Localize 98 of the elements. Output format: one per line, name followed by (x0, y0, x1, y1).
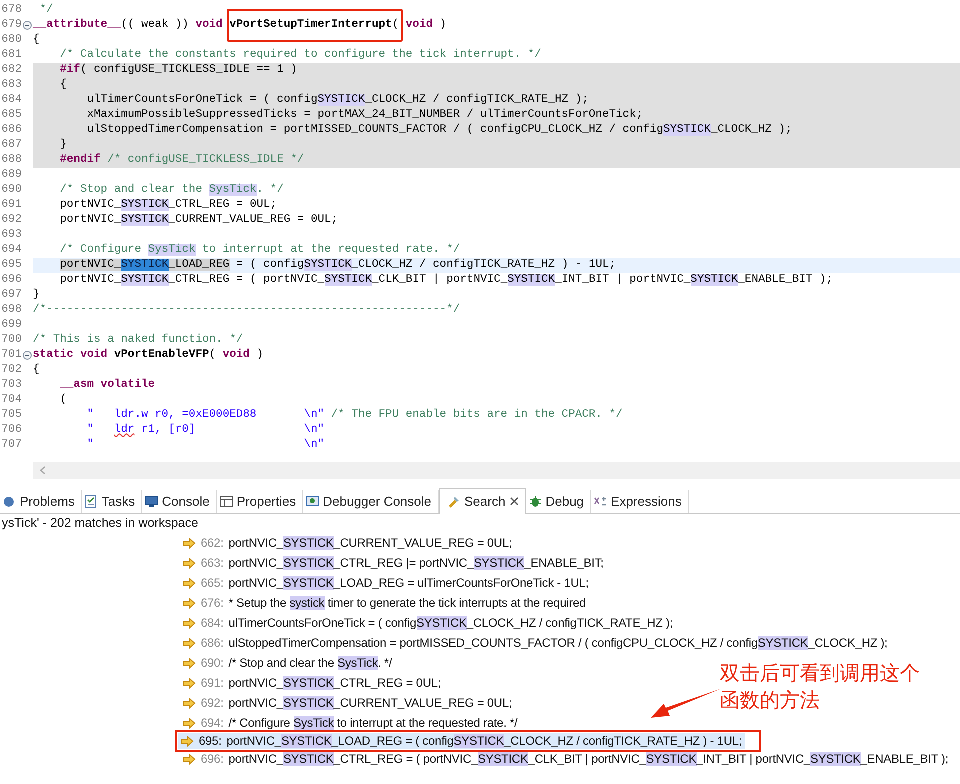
line-number: 680 (0, 33, 22, 48)
tab[interactable]: Console (142, 490, 217, 513)
line-number: 699 (0, 318, 22, 333)
line-number: 692 (0, 213, 22, 228)
arrow-icon (183, 678, 196, 688)
tab[interactable]: Expressions (591, 490, 689, 513)
code-line: ulStoppedTimerCompensation = portMISSED_COUNTS_FACTOR / ( configCPU_CLOCK_HZ / configSYSTICK_CLOCK_HZ ); (86, 123, 792, 138)
search-result[interactable]: 665: portNVIC_SYSTICK_LOAD_REG = ulTimerCountsForOneTick - 1UL; (180, 575, 592, 591)
line-number: 696 (0, 273, 22, 288)
arrow-icon (183, 558, 196, 568)
bug-icon (528, 494, 543, 509)
line-number: 689 (0, 168, 22, 183)
code-line: " \n" (86, 438, 325, 453)
arrow-icon (183, 538, 196, 548)
code-line: /* Configure SysTick to interrupt at the requested rate. */ (59, 243, 460, 258)
code-line: { (59, 78, 67, 93)
line-number: 679 (0, 18, 22, 33)
search-result[interactable]: 662: portNVIC_SYSTICK_CURRENT_VALUE_REG = 0UL; (180, 535, 516, 551)
code-line: __asm volatile (59, 378, 156, 393)
line-number: 691 (0, 198, 22, 213)
search-result[interactable]: 692: portNVIC_SYSTICK_CURRENT_VALUE_REG = 0UL; (180, 695, 516, 711)
tab[interactable]: Properties (216, 490, 304, 513)
search-result[interactable]: 690: /* Stop and clear the SysTick. */ (180, 655, 396, 671)
collapse-icon[interactable] (23, 351, 32, 360)
search-result[interactable]: 694: /* Configure SysTick to interrupt at the requested rate. */ (180, 715, 521, 731)
arrow-icon (183, 698, 196, 708)
search-result[interactable]: 686: ulStoppedTimerCompensation = portMISSED_COUNTS_FACTOR / ( configCPU_CLOCK_HZ / configSYSTICK_CLOCK_HZ ); (180, 635, 891, 651)
arrow-icon (183, 638, 196, 648)
line-number: 702 (0, 363, 22, 378)
line-number: 688 (0, 153, 22, 168)
code-line: #if( configUSE_TICKLESS_IDLE == 1 ) (59, 63, 298, 78)
table-icon (218, 494, 234, 509)
search-result[interactable]: 696: portNVIC_SYSTICK_CTRL_REG = ( portNVIC_SYSTICK_CLK_BIT | portNVIC_SYSTICK_INT_BIT | portNVIC_SYSTICK_ENABLE_BIT ); (180, 751, 952, 767)
code-line: /* Stop and clear the SysTick. */ (59, 183, 284, 198)
arrow-icon (183, 578, 196, 588)
line-number: 697 (0, 288, 22, 303)
line-number: 705 (0, 408, 22, 423)
code-line: { (33, 363, 40, 378)
code-line: } (59, 138, 67, 153)
line-number: 698 (0, 303, 22, 318)
code-line: ulTimerCountsForOneTick = ( configSYSTICK_CLOCK_HZ / configTICK_RATE_HZ ); (86, 93, 589, 108)
line-number: 704 (0, 393, 22, 408)
code-line: static void vPortEnableVFP( void ) (33, 348, 264, 363)
line-number: 695 (0, 258, 22, 273)
tab[interactable]: Tasks (82, 490, 142, 513)
line-number: 685 (0, 108, 22, 123)
arrow-icon (181, 736, 194, 746)
tab[interactable]: Problems (0, 490, 82, 513)
code-line: /*-----------------------------------------------------------*/ (33, 303, 460, 318)
arrow-icon (183, 718, 196, 728)
line-number: 700 (0, 333, 22, 348)
search-result[interactable]: 676: * Setup the systick timer to generate the tick interrupts at the required (180, 595, 590, 611)
line-number: 681 (0, 48, 22, 63)
line-number: 701 (0, 348, 22, 363)
tab[interactable]: Search (438, 488, 526, 514)
scrollbar[interactable] (33, 462, 960, 479)
checklist-icon (84, 494, 99, 509)
code-line: " ldr.w r0, =0xE000ED88 \n" /* The FPU enable bits are in the CPACR. */ (86, 408, 623, 423)
tab[interactable]: Debug (526, 490, 592, 513)
line-number: 682 (0, 63, 22, 78)
search-summary: ysTick' - 202 matches in workspace (2, 515, 200, 532)
close-icon[interactable] (510, 497, 519, 506)
line-number: 683 (0, 78, 22, 93)
code-line: xMaximumPossibleSuppressedTicks = portMAX_24_BIT_NUMBER / ulTimerCountsForOneTick; (86, 108, 644, 123)
code-line: /* Calculate the constants required to configure the tick interrupt. */ (59, 48, 542, 63)
code-line: portNVIC_SYSTICK_CTRL_REG = 0UL; (59, 198, 278, 213)
line-number: 684 (0, 93, 22, 108)
search-result[interactable]: 684: ulTimerCountsForOneTick = ( configSYSTICK_CLOCK_HZ / configTICK_RATE_HZ ); (180, 615, 676, 631)
code-line: #endif /* configUSE_TICKLESS_IDLE */ (59, 153, 304, 168)
code-line: } (33, 288, 40, 303)
line-number: 694 (0, 243, 22, 258)
search-result[interactable]: 691: portNVIC_SYSTICK_CTRL_REG = 0UL; (180, 675, 444, 691)
arrow-icon (183, 658, 196, 668)
collapse-icon[interactable] (23, 21, 32, 30)
line-number: 678 (0, 3, 22, 18)
code-line: " ldr r1, [r0] \n" (86, 423, 325, 438)
line-number: 686 (0, 123, 22, 138)
arrow-icon (183, 598, 196, 608)
code-line: { (33, 33, 40, 48)
code-line: /* This is a naked function. */ (33, 333, 244, 348)
arrow-icon (183, 618, 196, 628)
code-line: portNVIC_SYSTICK_CTRL_REG = ( portNVIC_SYSTICK_CLK_BIT | portNVIC_SYSTICK_INT_BIT | portNVIC_SYSTICK_ENABLE_BIT ); (59, 273, 834, 288)
tab[interactable]: Debugger Console (303, 490, 439, 513)
line-number: 706 (0, 423, 22, 438)
line-number: 703 (0, 378, 22, 393)
code-line: ( (59, 393, 67, 408)
search-result[interactable]: 663: portNVIC_SYSTICK_CTRL_REG |= portNVIC_SYSTICK_ENABLE_BIT; (180, 555, 607, 571)
line-number: 687 (0, 138, 22, 153)
arrow-icon (183, 754, 196, 764)
monitor-icon (144, 494, 160, 509)
code-line: portNVIC_SYSTICK_CURRENT_VALUE_REG = 0UL; (59, 213, 338, 228)
search-result[interactable]: 695: portNVIC_SYSTICK_LOAD_REG = ( configSYSTICK_CLOCK_HZ / configTICK_RATE_HZ ) - 1UL; (178, 733, 746, 749)
annotation-text: 双击后可看到调用这个函数的方法 (720, 660, 921, 714)
line-number: 690 (0, 183, 22, 198)
line-number: 693 (0, 228, 22, 243)
code-line: __attribute__(( weak )) void vPortSetupTimerInterrupt( void ) (33, 18, 447, 33)
code-line: */ (38, 3, 54, 18)
line-number: 707 (0, 438, 22, 453)
